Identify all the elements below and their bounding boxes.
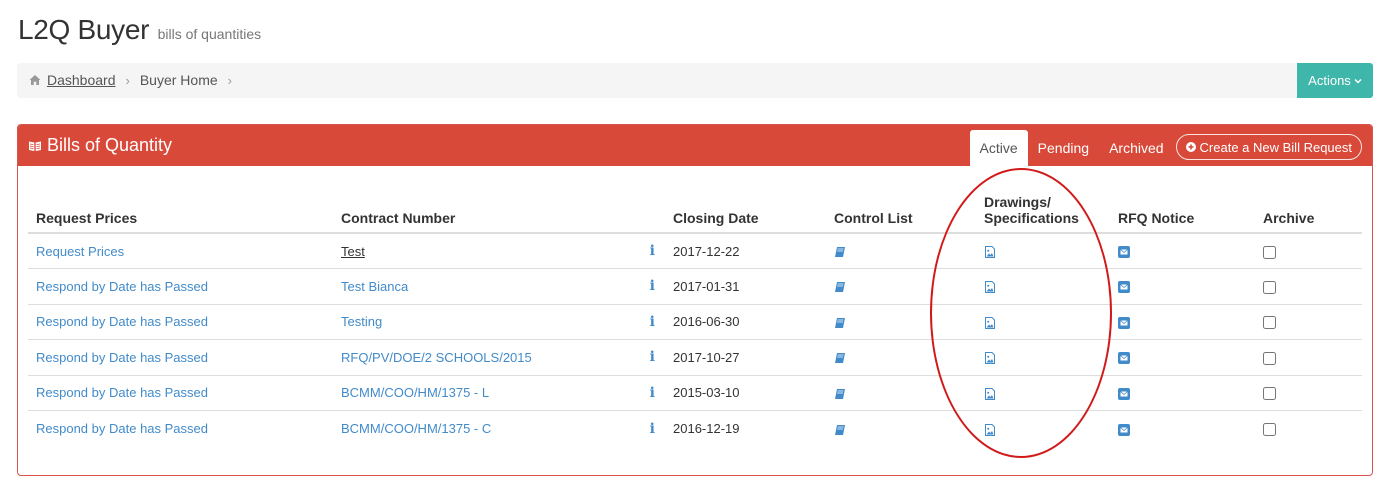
- contract-number-link[interactable]: Test Bianca: [341, 279, 408, 294]
- panel-tabs: Active Pending Archived Create a New Bil…: [969, 130, 1362, 166]
- table-row: Respond by Date has Passed BCMM/COO/HM/1…: [28, 411, 1362, 447]
- archive-checkbox[interactable]: [1263, 423, 1276, 437]
- contract-number-link[interactable]: BCMM/COO/HM/1375 - C: [341, 421, 491, 436]
- breadcrumb-bar: Dashboard › Buyer Home › Actions: [17, 63, 1373, 98]
- header-archive: Archive: [1255, 177, 1362, 234]
- header-rfq-notice: RFQ Notice: [1110, 177, 1255, 234]
- envelope-icon[interactable]: [1118, 281, 1130, 294]
- book-open-icon: [29, 141, 41, 151]
- chevron-down-icon: [1354, 78, 1362, 84]
- breadcrumb-separator: ›: [227, 72, 232, 88]
- tab-active[interactable]: Active: [969, 130, 1028, 166]
- header-request-prices: Request Prices: [28, 177, 333, 234]
- header-contract-number: Contract Number: [333, 177, 639, 234]
- table-row: Respond by Date has Passed BCMM/COO/HM/1…: [28, 375, 1362, 411]
- contract-number-link[interactable]: Test: [341, 244, 365, 259]
- table-header-row: Request Prices Contract Number Closing D…: [28, 177, 1362, 234]
- closing-date: 2016-06-30: [673, 314, 740, 330]
- envelope-icon[interactable]: [1118, 423, 1130, 436]
- info-icon[interactable]: i: [650, 385, 655, 401]
- actions-label: Actions: [1308, 73, 1351, 88]
- panel-title-text: Bills of Quantity: [47, 135, 173, 155]
- info-icon[interactable]: i: [650, 421, 655, 437]
- request-prices-link[interactable]: Respond by Date has Passed: [36, 421, 208, 436]
- header-drawings: Drawings/Specifications: [976, 177, 1110, 234]
- table-row: Respond by Date has Passed RFQ/PV/DOE/2 …: [28, 339, 1362, 376]
- page-title: L2Q Buyer: [18, 14, 150, 45]
- breadcrumb-separator: ›: [125, 72, 130, 88]
- archive-checkbox[interactable]: [1263, 387, 1276, 401]
- table-row: Respond by Date has Passed Testing i 201…: [28, 304, 1362, 340]
- info-icon[interactable]: i: [650, 314, 655, 330]
- archive-checkbox[interactable]: [1263, 351, 1276, 365]
- closing-date: 2017-01-31: [673, 278, 740, 294]
- request-prices-link[interactable]: Respond by Date has Passed: [36, 279, 208, 294]
- request-prices-link[interactable]: Respond by Date has Passed: [36, 385, 208, 400]
- closing-date: 2017-10-27: [673, 349, 740, 365]
- breadcrumb-dashboard-link[interactable]: Dashboard: [47, 72, 116, 88]
- header-drawings-line2: Specifications: [984, 210, 1079, 226]
- bills-panel: Bills of Quantity Active Pending Archive…: [17, 124, 1373, 476]
- info-icon[interactable]: i: [650, 349, 655, 365]
- request-prices-link[interactable]: Respond by Date has Passed: [36, 350, 208, 365]
- home-icon: [29, 75, 41, 85]
- book-icon[interactable]: [834, 246, 846, 258]
- page-subtitle: bills of quantities: [157, 26, 262, 42]
- plus-circle-icon: [1185, 142, 1196, 152]
- closing-date: 2016-12-19: [673, 421, 740, 436]
- image-file-icon[interactable]: [984, 281, 996, 294]
- envelope-icon[interactable]: [1118, 387, 1130, 400]
- info-icon[interactable]: i: [650, 278, 655, 294]
- envelope-icon[interactable]: [1118, 352, 1130, 365]
- breadcrumb: Dashboard › Buyer Home ›: [29, 72, 242, 88]
- request-prices-link[interactable]: Request Prices: [36, 244, 124, 259]
- breadcrumb-current: Buyer Home: [139, 72, 218, 88]
- header-closing-date: Closing Date: [665, 177, 826, 234]
- image-file-icon[interactable]: [984, 352, 996, 365]
- archive-checkbox[interactable]: [1263, 245, 1276, 259]
- bills-table: Request Prices Contract Number Closing D…: [28, 177, 1362, 446]
- info-icon[interactable]: i: [650, 243, 655, 259]
- panel-heading: Bills of Quantity Active Pending Archive…: [18, 125, 1372, 166]
- header-control-list: Control List: [826, 177, 976, 234]
- archive-checkbox[interactable]: [1263, 316, 1276, 330]
- book-icon[interactable]: [834, 281, 846, 293]
- envelope-icon[interactable]: [1118, 246, 1130, 259]
- request-prices-link[interactable]: Respond by Date has Passed: [36, 314, 208, 329]
- page-header: L2Q Buyer bills of quantities: [18, 14, 261, 54]
- tab-pending[interactable]: Pending: [1028, 130, 1099, 166]
- image-file-icon[interactable]: [984, 316, 996, 329]
- panel-title: Bills of Quantity: [28, 135, 172, 156]
- header-info: [639, 177, 665, 234]
- envelope-icon[interactable]: [1118, 316, 1130, 329]
- header-drawings-line1: Drawings/: [984, 194, 1051, 210]
- table-row: Request Prices Test i 2017-12-22: [28, 233, 1362, 269]
- contract-number-link[interactable]: Testing: [341, 314, 382, 329]
- actions-button[interactable]: Actions: [1297, 63, 1373, 98]
- table-row: Respond by Date has Passed Test Bianca i…: [28, 268, 1362, 305]
- image-file-icon[interactable]: [984, 387, 996, 400]
- image-file-icon[interactable]: [984, 246, 996, 259]
- create-bill-request-label: Create a New Bill Request: [1199, 139, 1352, 155]
- create-bill-request-button[interactable]: Create a New Bill Request: [1175, 134, 1362, 160]
- closing-date: 2015-03-10: [673, 385, 740, 401]
- closing-date: 2017-12-22: [673, 243, 740, 259]
- book-icon[interactable]: [834, 352, 846, 364]
- book-icon[interactable]: [834, 317, 846, 329]
- book-icon[interactable]: [834, 388, 846, 400]
- book-icon[interactable]: [834, 424, 846, 436]
- contract-number-link[interactable]: BCMM/COO/HM/1375 - L: [341, 385, 489, 400]
- archive-checkbox[interactable]: [1263, 280, 1276, 294]
- image-file-icon[interactable]: [984, 423, 996, 436]
- tab-archived[interactable]: Archived: [1099, 130, 1173, 166]
- contract-number-link[interactable]: RFQ/PV/DOE/2 SCHOOLS/2015: [341, 350, 532, 365]
